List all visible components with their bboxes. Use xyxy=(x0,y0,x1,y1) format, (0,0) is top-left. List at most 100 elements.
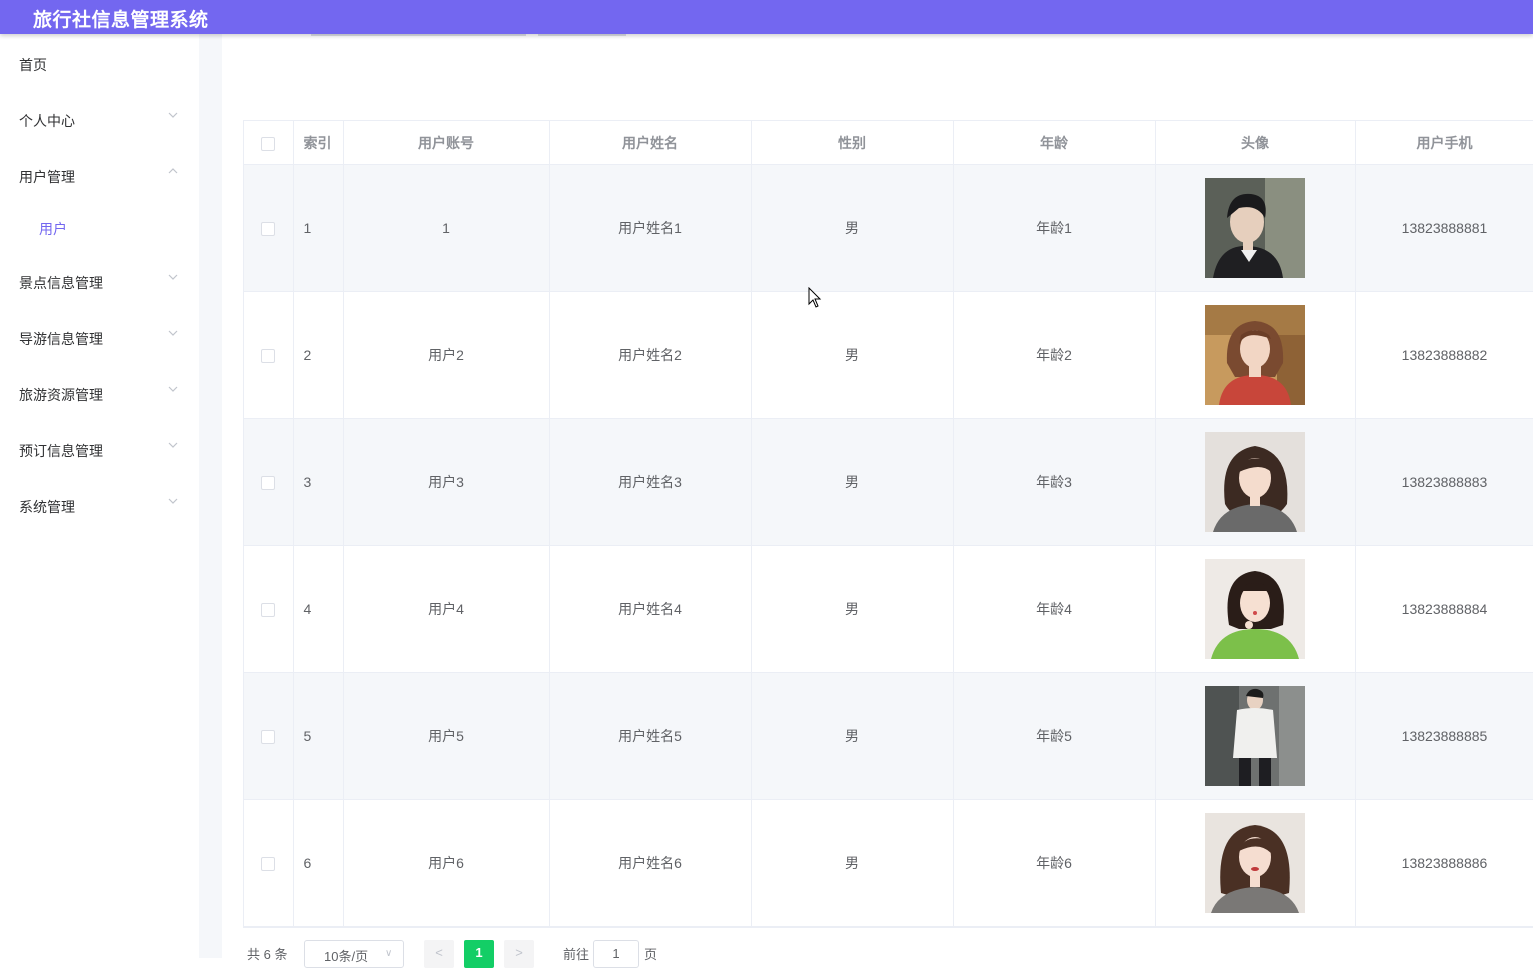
sidebar-item-user-management[interactable]: 用户管理 xyxy=(0,155,199,195)
cell-gender: 男 xyxy=(751,545,954,673)
pagination-total: 共 6 条 xyxy=(247,947,288,962)
row-select-cell[interactable] xyxy=(244,799,294,927)
cell-gender: 男 xyxy=(751,418,954,546)
sidebar-item-label: 首页 xyxy=(19,57,47,73)
cell-avatar xyxy=(1155,418,1356,546)
sidebar-item-label: 用户管理 xyxy=(19,169,75,185)
cell-index: 5 xyxy=(293,672,344,800)
cell-age: 年龄1 xyxy=(953,164,1156,292)
avatar xyxy=(1205,559,1305,659)
row-checkbox[interactable] xyxy=(261,730,276,745)
chevron-up-icon xyxy=(168,168,178,174)
chevron-down-icon xyxy=(168,442,178,448)
table-row[interactable]: 1 1 用户姓名1 男 年龄1 13823888881 xyxy=(244,164,1533,292)
row-select-cell[interactable] xyxy=(244,418,294,546)
avatar xyxy=(1205,432,1305,532)
cell-name: 用户姓名4 xyxy=(549,545,752,673)
page-size-select[interactable]: 10条/页 ∨ xyxy=(304,940,404,968)
sidebar-item-travel-resources[interactable]: 旅游资源管理 xyxy=(0,373,199,413)
cell-index: 4 xyxy=(293,545,344,673)
sidebar-item-home[interactable]: 首页 xyxy=(0,43,199,83)
cell-index: 1 xyxy=(293,164,344,292)
avatar xyxy=(1205,178,1305,278)
search-bar-edge xyxy=(311,34,526,36)
pagination: 共 6 条 10条/页 ∨ < 1 > 前往 1 页 xyxy=(247,938,747,968)
column-header-phone: 用户手机 xyxy=(1355,121,1533,165)
sidebar-item-scenic-spots[interactable]: 景点信息管理 xyxy=(0,261,199,301)
cell-index: 6 xyxy=(293,799,344,927)
goto-label: 前往 xyxy=(563,947,590,962)
cell-age: 年龄6 xyxy=(953,799,1156,927)
sidebar-item-tour-guides[interactable]: 导游信息管理 xyxy=(0,317,199,357)
row-select-cell[interactable] xyxy=(244,164,294,292)
cell-account: 1 xyxy=(343,164,550,292)
table-row[interactable]: 5 用户5 用户姓名5 男 年龄5 13823888885 xyxy=(244,672,1533,800)
row-select-cell[interactable] xyxy=(244,291,294,419)
cell-avatar xyxy=(1155,545,1356,673)
page-number-current[interactable]: 1 xyxy=(464,940,494,968)
cell-account: 用户2 xyxy=(343,291,550,419)
cell-phone: 13823888882 xyxy=(1355,291,1533,419)
column-header-avatar: 头像 xyxy=(1155,121,1356,165)
avatar xyxy=(1205,305,1305,405)
select-all-header[interactable] xyxy=(244,121,294,165)
row-select-cell[interactable] xyxy=(244,672,294,800)
cell-account: 用户6 xyxy=(343,799,550,927)
cell-age: 年龄3 xyxy=(953,418,1156,546)
chevron-down-icon: ∨ xyxy=(385,948,393,959)
row-checkbox[interactable] xyxy=(261,476,276,491)
column-header-account: 用户账号 xyxy=(343,121,550,165)
sidebar-item-label: 导游信息管理 xyxy=(19,331,103,347)
column-header-age: 年龄 xyxy=(953,121,1156,165)
cell-phone: 13823888885 xyxy=(1355,672,1533,800)
table-row[interactable]: 6 用户6 用户姓名6 男 年龄6 13823888886 xyxy=(244,799,1533,927)
table-row[interactable]: 4 用户4 用户姓名4 男 年龄4 13823888884 xyxy=(244,545,1533,673)
column-header-name: 用户姓名 xyxy=(549,121,752,165)
cell-gender: 男 xyxy=(751,164,954,292)
cell-phone: 13823888883 xyxy=(1355,418,1533,546)
top-header: 旅行社信息管理系统 xyxy=(0,0,1533,34)
avatar xyxy=(1205,686,1305,786)
row-select-cell[interactable] xyxy=(244,545,294,673)
chevron-down-icon xyxy=(168,498,178,504)
sidebar-item-label: 系统管理 xyxy=(19,499,75,515)
cell-age: 年龄2 xyxy=(953,291,1156,419)
cell-name: 用户姓名6 xyxy=(549,799,752,927)
row-checkbox[interactable] xyxy=(261,857,276,872)
row-checkbox[interactable] xyxy=(261,603,276,618)
chevron-down-icon xyxy=(168,386,178,392)
chevron-down-icon xyxy=(168,112,178,118)
goto-suffix: 页 xyxy=(644,947,658,962)
page-size-value: 10条/页 xyxy=(324,949,369,964)
table-row[interactable]: 3 用户3 用户姓名3 男 年龄3 13823888883 xyxy=(244,418,1533,546)
cell-gender: 男 xyxy=(751,672,954,800)
table-row[interactable]: 2 用户2 用户姓名2 男 年龄2 13823888882 xyxy=(244,291,1533,419)
sidebar-item-bookings[interactable]: 预订信息管理 xyxy=(0,429,199,469)
sidebar-item-users[interactable]: 用户 xyxy=(0,207,199,247)
goto-page-input[interactable]: 1 xyxy=(593,940,639,968)
sidebar-item-label: 个人中心 xyxy=(19,113,75,129)
chevron-down-icon xyxy=(168,274,178,280)
sidebar-item-label: 用户 xyxy=(39,221,67,237)
cell-gender: 男 xyxy=(751,799,954,927)
sidebar-item-personal-center[interactable]: 个人中心 xyxy=(0,99,199,139)
row-checkbox[interactable] xyxy=(261,222,276,237)
cell-avatar xyxy=(1155,799,1356,927)
row-checkbox[interactable] xyxy=(261,349,276,364)
next-page-button[interactable]: > xyxy=(504,940,534,968)
sidebar-item-label: 预订信息管理 xyxy=(19,443,103,459)
user-table: 索引 用户账号 用户姓名 性别 年龄 头像 用户手机 1 1 用户姓名1 男 年… xyxy=(243,120,1533,928)
select-all-checkbox[interactable] xyxy=(261,136,276,151)
cell-phone: 13823888884 xyxy=(1355,545,1533,673)
search-button-edge xyxy=(538,34,626,36)
sidebar-item-system[interactable]: 系统管理 xyxy=(0,485,199,525)
cell-avatar xyxy=(1155,672,1356,800)
cell-phone: 13823888886 xyxy=(1355,799,1533,927)
cell-name: 用户姓名5 xyxy=(549,672,752,800)
cell-age: 年龄4 xyxy=(953,545,1156,673)
cell-account: 用户5 xyxy=(343,672,550,800)
cell-name: 用户姓名2 xyxy=(549,291,752,419)
prev-page-button[interactable]: < xyxy=(424,940,454,968)
table-header-row: 索引 用户账号 用户姓名 性别 年龄 头像 用户手机 xyxy=(244,121,1533,165)
sidebar-menu: 首页 个人中心 用户管理 用户 景点信息管理 导游信息管理 旅游资源管理 预订信… xyxy=(0,34,199,958)
